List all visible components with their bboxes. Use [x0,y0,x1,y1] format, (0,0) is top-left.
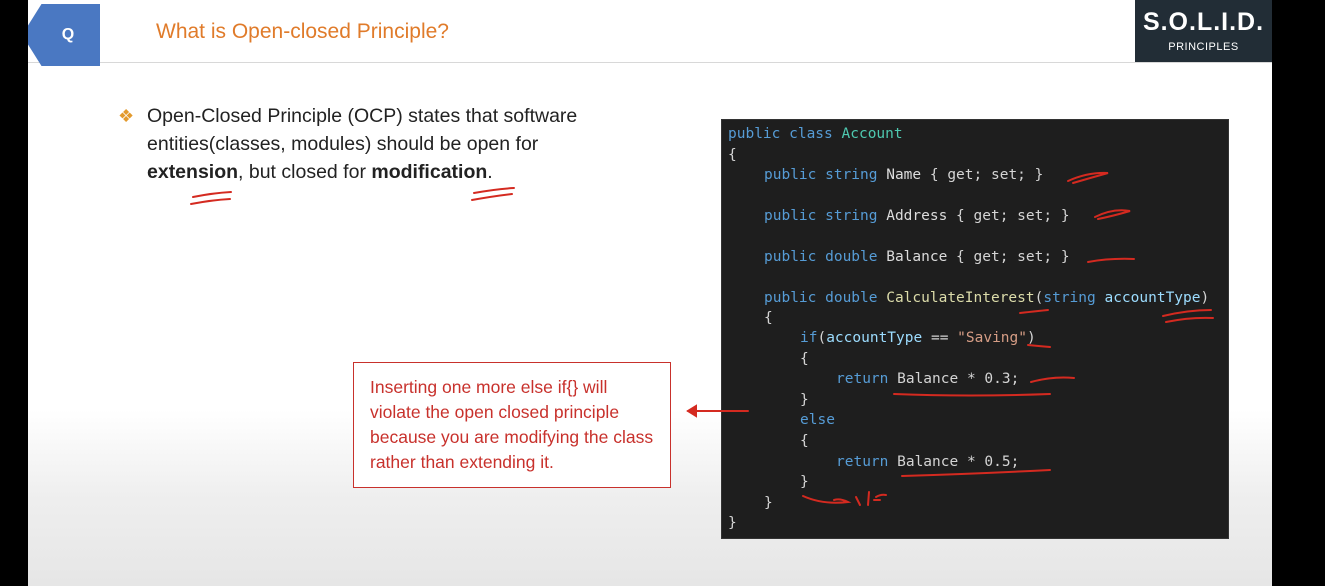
else-if-scribble [802,495,852,504]
mark-accounttype-2 [1165,316,1214,323]
underline-extension [192,191,232,198]
mark-saving [1027,344,1051,348]
arrow-head [686,404,697,418]
mark-accounttype [1162,309,1212,317]
handwritten-annotations [190,171,1214,506]
mark-name [1067,171,1109,184]
else-if-scribble-2 [855,491,887,506]
underline-return-2 [901,469,1051,477]
mark-string [1019,309,1049,314]
underline-extension-2 [190,198,231,205]
underline-modification-2 [471,193,513,201]
mark-address [1094,209,1131,220]
underline-modification [473,187,515,194]
underline-return-1 [893,393,1051,397]
slide: Q What is Open-closed Principle? S.O.L.I… [28,0,1272,586]
mark-return-1 [1030,376,1075,383]
mark-balance [1087,257,1135,263]
